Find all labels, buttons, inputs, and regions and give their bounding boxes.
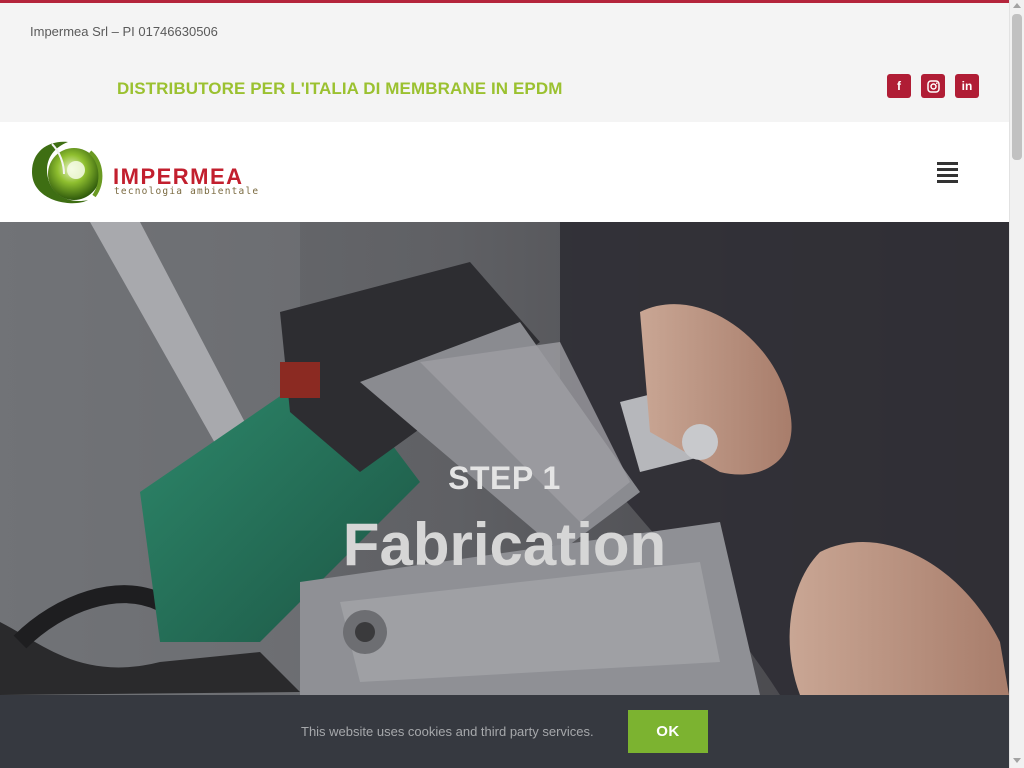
scroll-thumb[interactable] <box>1012 14 1022 160</box>
hamburger-line <box>937 180 958 183</box>
hamburger-line <box>937 168 958 171</box>
page-scrollbar[interactable] <box>1009 0 1024 768</box>
logo-sphere-icon <box>32 141 103 204</box>
impermea-logo[interactable]: IMPERMEA tecnologia ambientale <box>30 138 270 206</box>
cookie-ok-button[interactable]: OK <box>628 710 708 753</box>
logo-subtitle: tecnologia ambientale <box>114 186 260 197</box>
hero-background-image <box>0 222 1009 695</box>
scroll-down-arrow-icon[interactable] <box>1013 758 1021 763</box>
hamburger-line <box>937 174 958 177</box>
cookie-message: This website uses cookies and third part… <box>301 724 594 739</box>
site-header: IMPERMEA tecnologia ambientale <box>0 122 1009 222</box>
linkedin-glyph: in <box>961 79 973 93</box>
cookie-banner: This website uses cookies and third part… <box>0 695 1009 768</box>
hero-slider: STEP 1 Fabrication <box>0 222 1009 695</box>
scroll-up-arrow-icon[interactable] <box>1013 3 1021 8</box>
facebook-glyph: f <box>897 79 901 93</box>
instagram-icon[interactable] <box>921 74 945 98</box>
top-bar: Impermea Srl – PI 01746630506 DISTRIBUTO… <box>0 3 1009 122</box>
hero-title: Fabrication <box>342 511 667 578</box>
company-info: Impermea Srl – PI 01746630506 <box>30 24 218 39</box>
hero-step-label: STEP 1 <box>448 460 561 496</box>
facebook-icon[interactable]: f <box>887 74 911 98</box>
instagram-glyph <box>926 79 940 93</box>
hamburger-icon[interactable] <box>937 162 958 183</box>
tagline: DISTRIBUTORE PER L'ITALIA DI MEMBRANE IN… <box>117 79 563 98</box>
linkedin-icon[interactable]: in <box>955 74 979 98</box>
hamburger-line <box>937 162 958 165</box>
